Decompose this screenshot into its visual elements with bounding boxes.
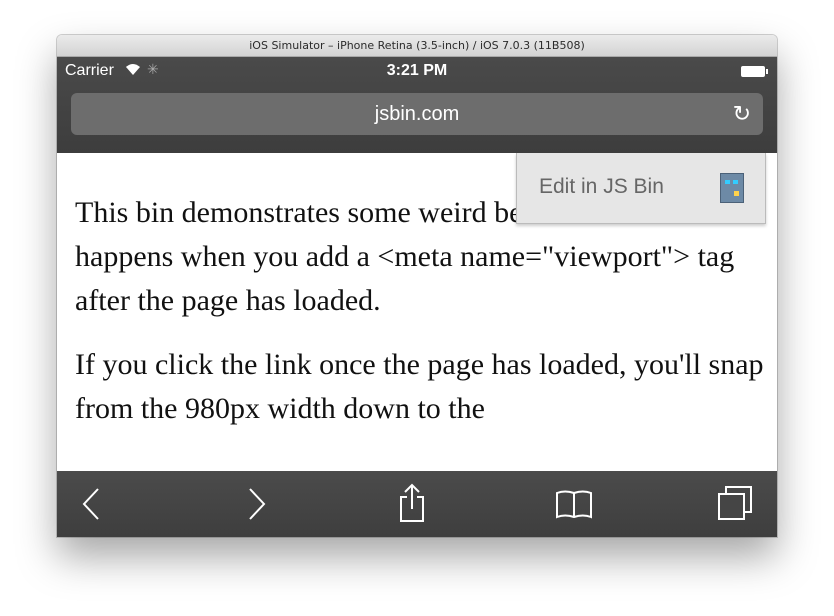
bookmarks-icon[interactable]: [555, 489, 593, 524]
simulator-window: iOS Simulator – iPhone Retina (3.5-inch)…: [57, 35, 777, 537]
paragraph: If you click the link once the page has …: [75, 348, 764, 425]
battery-icon: [741, 66, 768, 77]
window-title: iOS Simulator – iPhone Retina (3.5-inch)…: [57, 35, 777, 57]
browser-chrome: Carrier ✳ 3:21 PM jsbin.com ↻: [57, 57, 777, 153]
article: This bin demonstrates some weird behavio…: [75, 191, 765, 451]
safari-toolbar: [57, 471, 777, 537]
forward-icon[interactable]: [247, 487, 267, 526]
status-bar: Carrier ✳ 3:21 PM: [57, 57, 777, 87]
web-content: This bin demonstrates some weird behavio…: [57, 153, 777, 471]
jsbin-logo-icon: [720, 173, 744, 203]
edit-button-label: Edit in JS Bin: [539, 175, 664, 198]
share-icon[interactable]: [398, 483, 426, 528]
reload-icon[interactable]: ↻: [733, 93, 751, 135]
back-icon[interactable]: [81, 487, 101, 526]
url-text: jsbin.com: [374, 103, 460, 125]
tabs-icon[interactable]: [717, 485, 753, 526]
address-bar[interactable]: jsbin.com ↻: [71, 93, 763, 135]
edit-in-jsbin-button[interactable]: Edit in JS Bin: [516, 153, 766, 224]
status-time: 3:21 PM: [386, 62, 448, 79]
